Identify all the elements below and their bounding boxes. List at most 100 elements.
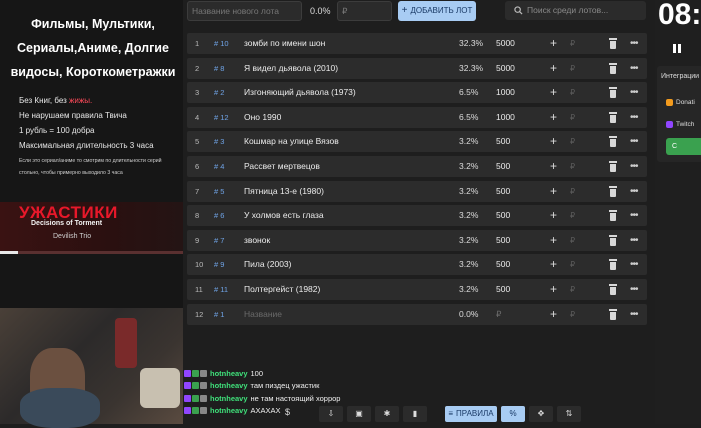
lot-row[interactable]: 12 # 1 Название 0.0% ₽ + ₽ •••	[187, 303, 647, 325]
add-amount-input[interactable]: ₽	[570, 58, 575, 79]
lot-amount-input[interactable]: 500	[496, 279, 510, 300]
add-amount-input[interactable]: ₽	[570, 181, 575, 202]
new-lot-name-input[interactable]: Название нового лота	[187, 1, 302, 21]
add-amount-input[interactable]: ₽	[570, 205, 575, 226]
add-amount-input[interactable]: ₽	[570, 33, 575, 54]
lot-name-input[interactable]: звонок	[244, 230, 270, 251]
lot-name-input[interactable]: Пила (2003)	[244, 254, 291, 275]
add-amount-input[interactable]: ₽	[570, 279, 575, 300]
lot-amount-input[interactable]: 500	[496, 254, 510, 275]
lot-name-input[interactable]: Оно 1990	[244, 107, 281, 128]
lot-row[interactable]: 2 # 8 Я видел дьявола (2010) 32.3% 5000 + ₽ •••	[187, 57, 647, 79]
delete-lot-button[interactable]	[609, 259, 617, 271]
delete-lot-button[interactable]	[609, 284, 617, 295]
add-amount-button[interactable]: +	[550, 205, 557, 226]
delete-lot-button[interactable]	[609, 161, 617, 172]
add-amount-input[interactable]: ₽	[570, 304, 575, 325]
lot-name-input[interactable]: зомби по имени шон	[244, 33, 325, 54]
lot-amount-input[interactable]: 500	[496, 156, 510, 177]
lot-row[interactable]: 7 # 5 Пятница 13-е (1980) 3.2% 500 + ₽ •••	[187, 180, 647, 202]
add-lot-button[interactable]: + ДОБАВИТЬ ЛОТ	[398, 1, 476, 21]
more-options-button[interactable]: •••	[630, 82, 638, 103]
save-button[interactable]: ▣	[347, 406, 371, 422]
more-options-button[interactable]: •••	[630, 230, 638, 251]
lot-row[interactable]: 3 # 2 Изгоняющий дьявола (1973) 6.5% 1000 + ₽ •…	[187, 82, 647, 104]
more-options-button[interactable]: •••	[630, 181, 638, 202]
connect-button[interactable]: С	[666, 138, 701, 155]
lot-amount-input[interactable]: 500	[496, 205, 510, 226]
lot-row[interactable]: 1 # 10 зомби по имени шон 32.3% 5000 + ₽ •••	[187, 33, 647, 54]
lot-amount-input[interactable]: 500	[496, 181, 510, 202]
add-amount-input[interactable]: ₽	[570, 131, 575, 152]
lot-amount-input[interactable]: 500	[496, 230, 510, 251]
more-options-button[interactable]: •••	[630, 33, 638, 54]
add-amount-button[interactable]: +	[550, 254, 557, 275]
add-amount-button[interactable]: +	[550, 279, 557, 300]
integration-donation[interactable]: Donati	[666, 99, 695, 106]
lot-amount-input[interactable]: 1000	[496, 107, 515, 128]
new-lot-amount-input[interactable]: ₽	[337, 1, 392, 21]
lot-row[interactable]: 11 # 11 Полтергейст (1982) 3.2% 500 + ₽ •••	[187, 279, 647, 300]
add-amount-button[interactable]: +	[550, 107, 557, 128]
lot-name-input[interactable]: У холмов есть глаза	[244, 205, 324, 226]
delete-lot-button[interactable]	[609, 185, 617, 197]
lot-name-input[interactable]: Полтергейст (1982)	[244, 279, 320, 300]
lot-row[interactable]: 8 # 6 У холмов есть глаза 3.2% 500 + ₽ •••	[187, 205, 647, 227]
lot-amount-input[interactable]: 1000	[496, 82, 515, 103]
more-options-button[interactable]: •••	[630, 304, 638, 325]
add-amount-input[interactable]: ₽	[570, 254, 575, 275]
add-amount-button[interactable]: +	[550, 156, 557, 177]
delete-lot-button[interactable]	[609, 62, 617, 74]
add-amount-button[interactable]: +	[550, 33, 557, 54]
lot-row[interactable]: 4 # 12 Оно 1990 6.5% 1000 + ₽ •••	[187, 106, 647, 128]
delete-lot-button[interactable]	[609, 38, 617, 49]
more-options-button[interactable]: •••	[630, 107, 638, 128]
clear-button[interactable]: ▮	[403, 406, 427, 422]
add-amount-input[interactable]: ₽	[570, 107, 575, 128]
delete-lot-button[interactable]	[609, 210, 617, 222]
more-options-button[interactable]: •••	[630, 279, 638, 300]
more-options-button[interactable]: •••	[630, 156, 638, 177]
add-amount-button[interactable]: +	[550, 131, 557, 152]
download-button[interactable]: ⇩	[319, 406, 343, 422]
add-amount-input[interactable]: ₽	[570, 156, 575, 177]
delete-lot-button[interactable]	[609, 87, 617, 99]
add-amount-button[interactable]: +	[550, 58, 557, 79]
lot-name-input[interactable]: Я видел дьявола (2010)	[244, 58, 338, 79]
lot-row[interactable]: 9 # 7 звонок 3.2% 500 + ₽ •••	[187, 229, 647, 251]
lot-name-input[interactable]: Название	[244, 304, 282, 325]
more-options-button[interactable]: •••	[630, 254, 638, 275]
lot-amount-input[interactable]: ₽	[496, 304, 501, 325]
delete-lot-button[interactable]	[609, 234, 617, 246]
more-options-button[interactable]: •••	[630, 58, 638, 79]
lot-amount-input[interactable]: 500	[496, 131, 510, 152]
delete-lot-button[interactable]	[609, 136, 617, 148]
sort-button[interactable]: ⇅	[557, 406, 581, 422]
lot-name-input[interactable]: Рассвет мертвецов	[244, 156, 320, 177]
lot-amount-input[interactable]: 5000	[496, 58, 515, 79]
lot-name-input[interactable]: Кошмар на улице Вязов	[244, 131, 339, 152]
lot-name-input[interactable]: Пятница 13-е (1980)	[244, 181, 324, 202]
percent-toggle[interactable]: %	[501, 406, 525, 422]
lot-row[interactable]: 10 # 9 Пила (2003) 3.2% 500 + ₽ •••	[187, 254, 647, 276]
add-amount-button[interactable]: +	[550, 82, 557, 103]
lot-name-input[interactable]: Изгоняющий дьявола (1973)	[244, 82, 356, 103]
add-amount-button[interactable]: +	[550, 230, 557, 251]
lot-amount-input[interactable]: 5000	[496, 33, 515, 54]
more-options-button[interactable]: •••	[630, 205, 638, 226]
drag-button[interactable]: ✥	[529, 406, 553, 422]
rules-button[interactable]: ≡ ПРАВИЛА	[445, 406, 497, 422]
delete-lot-button[interactable]	[609, 308, 617, 320]
add-amount-button[interactable]: +	[550, 181, 557, 202]
pause-icon[interactable]	[673, 44, 681, 53]
add-amount-button[interactable]: +	[550, 304, 557, 325]
add-amount-input[interactable]: ₽	[570, 82, 575, 103]
add-amount-input[interactable]: ₽	[570, 230, 575, 251]
lot-row[interactable]: 6 # 4 Рассвет мертвецов 3.2% 500 + ₽ •••	[187, 156, 647, 177]
search-lots-input[interactable]: Поиск среди лотов...	[505, 1, 646, 20]
more-options-button[interactable]: •••	[630, 131, 638, 152]
delete-lot-button[interactable]	[609, 111, 617, 123]
bug-button[interactable]: ✱	[375, 406, 399, 422]
integration-twitch[interactable]: Twitch	[666, 121, 694, 128]
lot-row[interactable]: 5 # 3 Кошмар на улице Вязов 3.2% 500 + ₽ •••	[187, 131, 647, 153]
